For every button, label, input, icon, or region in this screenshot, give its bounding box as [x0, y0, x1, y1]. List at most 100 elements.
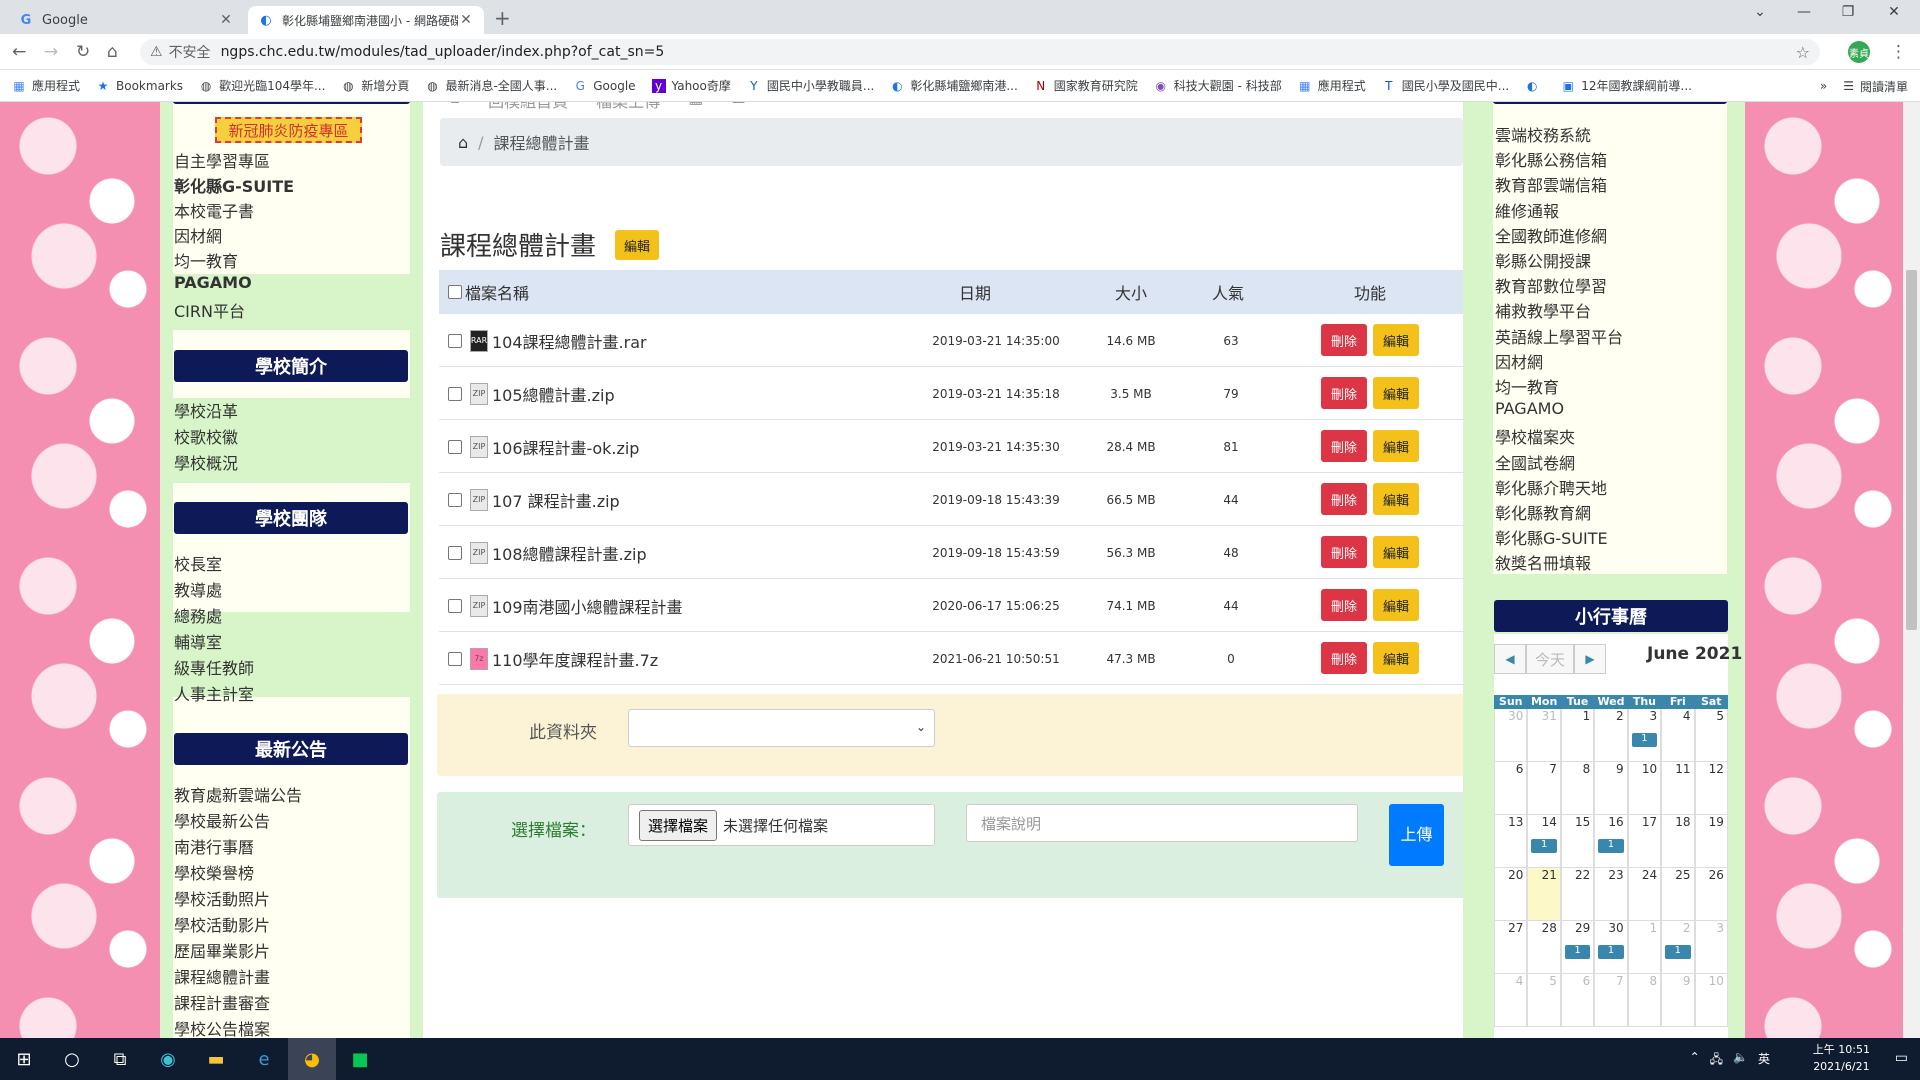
file-name-link[interactable]: 104課程總體計畫.rar	[492, 329, 892, 353]
news-link[interactable]: 學校活動照片	[174, 886, 270, 910]
link-song[interactable]: 校歌校徽	[174, 424, 238, 448]
select-all-checkbox[interactable]	[448, 285, 462, 299]
right-link[interactable]: 彰化縣公務信箱	[1495, 147, 1607, 171]
calendar-day[interactable]: 18	[1661, 815, 1695, 868]
omnibox[interactable]: ⚠ 不安全 ngps.chc.edu.tw/modules/tad_upload…	[140, 39, 1820, 65]
news-link[interactable]: 學校最新公告	[174, 808, 270, 832]
bookmark-item[interactable]: ◍ 歡迎光臨104學年...	[199, 77, 326, 94]
file-name-link[interactable]: 108總體課程計畫.zip	[492, 541, 892, 565]
bookmark-item[interactable]: ▦ 應用程式	[12, 77, 80, 94]
bookmark-item[interactable]: ★ Bookmarks	[96, 79, 183, 93]
notification-icon[interactable]: ▭	[1895, 1050, 1908, 1066]
calendar-day[interactable]: 19	[1694, 815, 1728, 868]
right-link[interactable]: 彰縣公開授課	[1495, 248, 1591, 272]
right-link[interactable]: 彰化縣介聘天地	[1495, 475, 1607, 499]
bookmark-star-icon[interactable]: ☆	[1796, 43, 1810, 62]
tab-active[interactable]: ◐ 彰化縣埔鹽鄉南港國小 - 網路硬碟 ✕	[248, 6, 484, 34]
right-link[interactable]: 教育部數位學習	[1495, 273, 1607, 297]
choose-file-button[interactable]: 選擇檔案	[639, 809, 718, 841]
calendar-day[interactable]: 9	[1661, 974, 1695, 1027]
today-button[interactable]: 今天	[1526, 644, 1574, 674]
edit-button[interactable]: 編輯	[1373, 589, 1419, 621]
ime-indicator[interactable]: 英	[1758, 1050, 1770, 1071]
calendar-day[interactable]: 25	[1661, 868, 1695, 921]
close-tab-icon[interactable]: ✕	[218, 12, 234, 28]
news-link[interactable]: 課程計畫審查	[174, 990, 270, 1014]
link-history[interactable]: 學校沿革	[174, 398, 238, 422]
news-link[interactable]: 課程總體計畫	[174, 964, 270, 988]
file-description-input[interactable]: 檔案說明	[966, 804, 1358, 842]
file-name-link[interactable]: 105總體計畫.zip	[492, 382, 892, 406]
search-icon[interactable]: ○	[48, 1038, 96, 1080]
calendar-day[interactable]: 7	[1594, 974, 1628, 1027]
calendar-day[interactable]: 15	[1560, 815, 1595, 868]
right-link[interactable]: PAGAMO	[1495, 399, 1564, 418]
edit-button[interactable]: 編輯	[1373, 536, 1419, 568]
link-junyi[interactable]: 均一教育	[174, 248, 238, 272]
calendar-event[interactable]: 1	[1598, 839, 1624, 853]
home-icon[interactable]: ⌂	[450, 102, 460, 112]
calendar-day[interactable]: 31	[1627, 709, 1662, 762]
right-link[interactable]: 因材網	[1495, 349, 1543, 373]
file-name-link[interactable]: 107 課程計畫.zip	[492, 488, 892, 512]
bookmark-item[interactable]: ▣ 12年國教課綱前導...	[1561, 77, 1692, 94]
link-counsel[interactable]: 輔導室	[174, 629, 222, 653]
edit-button[interactable]: 編輯	[1373, 324, 1419, 356]
calendar-day[interactable]: 30	[1494, 709, 1528, 762]
bookmark-item[interactable]: ◐	[1525, 79, 1545, 93]
line-icon[interactable]: ■	[336, 1038, 384, 1080]
link-adl[interactable]: 因材網	[174, 223, 222, 247]
right-link[interactable]: 彰化縣G-SUITE	[1495, 525, 1608, 549]
news-link[interactable]: 學校榮譽榜	[174, 860, 254, 884]
reload-icon[interactable]: ↻	[76, 42, 90, 62]
calendar-day[interactable]: 16 1	[1594, 815, 1628, 868]
calendar-day[interactable]: 13	[1494, 815, 1528, 868]
bookmark-item[interactable]: ◐ 彰化縣埔鹽鄉南港...	[890, 77, 1018, 94]
link-overview[interactable]: 學校概況	[174, 450, 238, 474]
link-principal[interactable]: 校長室	[174, 551, 222, 575]
calendar-day[interactable]: 6	[1494, 762, 1528, 815]
calendar-day[interactable]: 26	[1694, 868, 1728, 921]
right-link[interactable]: 教育部雲端信箱	[1495, 172, 1607, 196]
calendar-day[interactable]: 10	[1627, 762, 1662, 815]
back-icon[interactable]: ←	[12, 42, 26, 62]
folder-select[interactable]: ⌄	[628, 709, 935, 747]
prev-month-icon[interactable]: ◀	[1494, 644, 1526, 674]
delete-button[interactable]: 刪除	[1321, 430, 1367, 462]
url-text[interactable]: ngps.chc.edu.tw/modules/tad_uploader/ind…	[221, 44, 665, 60]
calendar-day[interactable]: 6	[1560, 974, 1595, 1027]
calendar-day[interactable]: 28	[1527, 921, 1561, 974]
link-pagamo[interactable]: PAGAMO	[174, 273, 252, 292]
calendar-day[interactable]: 22	[1560, 868, 1595, 921]
calendar-day[interactable]: 14 1	[1527, 815, 1561, 868]
menu-dots-icon[interactable]: ⋮	[1890, 42, 1907, 62]
link-cirn[interactable]: CIRN平台	[174, 298, 245, 322]
calendar-day[interactable]: 5	[1694, 709, 1728, 762]
file-name-link[interactable]: 110學年度課程計畫.7z	[492, 647, 892, 671]
bookmark-item[interactable]: ◉ 科技大觀園 - 科技部	[1154, 77, 1282, 94]
minimize-icon[interactable]: —	[1782, 4, 1826, 20]
calendar-day[interactable]: 1	[1560, 709, 1595, 762]
nav-upload[interactable]: 檔案上傳	[596, 102, 660, 112]
forward-icon[interactable]: →	[44, 42, 58, 62]
maximize-icon[interactable]: ❐	[1826, 4, 1870, 20]
bookmark-item[interactable]: G Google	[573, 79, 636, 93]
file-name-link[interactable]: 106課程計畫-ok.zip	[492, 435, 892, 459]
calendar-day[interactable]: 24	[1627, 868, 1662, 921]
row-checkbox[interactable]	[448, 333, 462, 348]
covid-banner-link[interactable]: 新冠肺炎防疫專區	[215, 117, 362, 143]
windows-start-icon[interactable]: ⊞	[0, 1038, 48, 1080]
calendar-event[interactable]: 1	[1631, 733, 1658, 747]
calendar-day[interactable]: 29 1	[1560, 921, 1595, 974]
edge-icon[interactable]: ◉	[144, 1038, 192, 1080]
link-ebook[interactable]: 本校電子書	[174, 198, 254, 222]
right-link[interactable]: 雲端校務系統	[1495, 122, 1591, 146]
link-personnel[interactable]: 人事主計室	[174, 681, 254, 705]
right-link[interactable]: 維修通報	[1495, 198, 1559, 222]
calendar-day[interactable]: 21	[1527, 868, 1561, 921]
bookmark-item[interactable]: y Yahoo奇摩	[651, 77, 731, 94]
task-view-icon[interactable]: ⧉	[96, 1038, 144, 1080]
profile-avatar[interactable]: 素貞	[1848, 41, 1870, 63]
edit-button[interactable]: 編輯	[1373, 377, 1419, 409]
news-link[interactable]: 南港行事曆	[174, 834, 254, 858]
